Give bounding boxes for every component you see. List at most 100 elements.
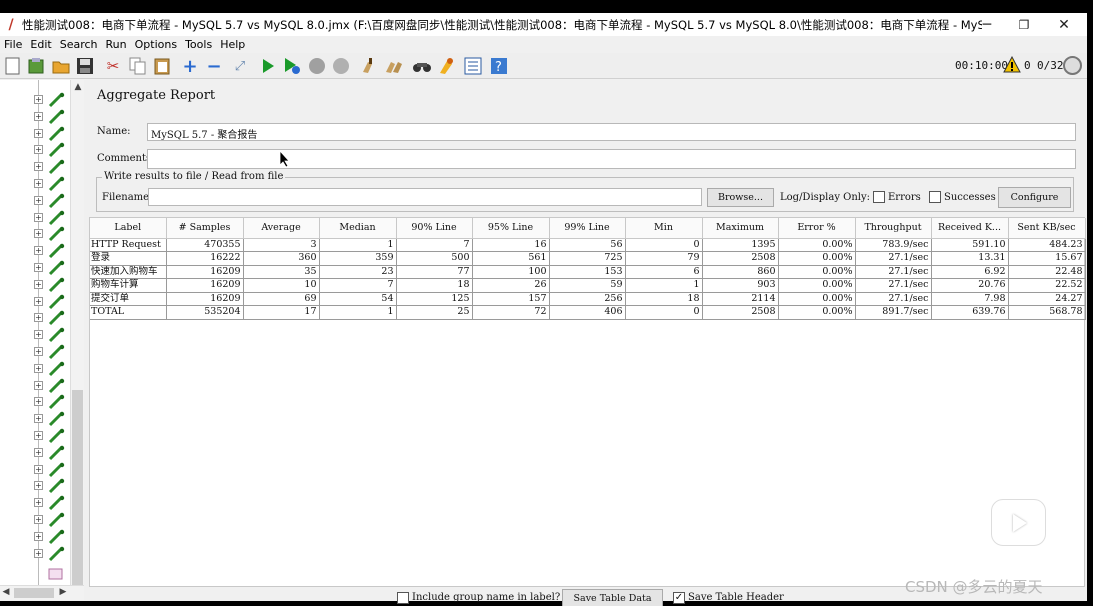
menu-file[interactable]: File bbox=[0, 38, 26, 51]
menu-edit[interactable]: Edit bbox=[26, 38, 55, 51]
minimize-button[interactable]: ─ bbox=[967, 13, 1007, 36]
scroll-left-icon[interactable]: ◀ bbox=[1, 587, 11, 599]
table-row[interactable]: 登录 16222 360 359 500 561 725 79 2508 0.00% 27.1/se… bbox=[90, 251, 1086, 266]
column-header[interactable]: 99% Line bbox=[549, 218, 626, 239]
expand-node-icon[interactable]: + bbox=[34, 162, 43, 172]
expand-node-icon[interactable]: + bbox=[34, 464, 43, 474]
expand-node-icon[interactable]: + bbox=[34, 111, 43, 121]
expand-icon[interactable]: + bbox=[179, 55, 201, 77]
expand-node-icon[interactable]: + bbox=[34, 414, 43, 424]
expand-node-icon[interactable]: + bbox=[34, 363, 43, 373]
paste-icon[interactable] bbox=[151, 55, 173, 77]
menu-options[interactable]: Options bbox=[131, 38, 181, 51]
tree-node[interactable]: + bbox=[34, 243, 70, 259]
scroll-thumb-horizontal[interactable] bbox=[14, 588, 54, 598]
include-group-checkbox[interactable] bbox=[397, 592, 409, 604]
expand-node-icon[interactable]: + bbox=[34, 95, 43, 104]
close-button[interactable]: ✕ bbox=[1044, 13, 1084, 36]
table-row[interactable]: HTTP Request 470355 3 1 7 16 56 0 1395 0.00% 783.9… bbox=[90, 238, 1086, 252]
tree-node[interactable]: + bbox=[34, 411, 70, 427]
clear-all-icon[interactable] bbox=[383, 55, 405, 77]
menu-tools[interactable]: Tools bbox=[181, 38, 216, 51]
column-header[interactable]: 95% Line bbox=[472, 218, 550, 239]
table-row[interactable]: 购物车计算 16209 10 7 18 26 59 1 903 0.00% 27.1/sec 20.7… bbox=[90, 278, 1086, 293]
column-header[interactable]: Sent KB/sec bbox=[1008, 218, 1086, 239]
tree-node[interactable]: + bbox=[34, 159, 70, 175]
table-row[interactable]: TOTAL 535204 17 1 25 72 406 0 2508 0.00% 891.7/sec… bbox=[90, 305, 1086, 320]
listener-node[interactable] bbox=[34, 566, 70, 582]
expand-node-icon[interactable]: + bbox=[34, 481, 43, 491]
tree-node[interactable]: + bbox=[34, 310, 70, 326]
start-icon[interactable] bbox=[257, 55, 279, 77]
menu-help[interactable]: Help bbox=[216, 38, 249, 51]
menu-run[interactable]: Run bbox=[102, 38, 131, 51]
tree-horizontal-scrollbar[interactable]: ◀ ▶ bbox=[0, 585, 84, 600]
scroll-right-icon[interactable]: ▶ bbox=[58, 587, 68, 599]
expand-node-icon[interactable]: + bbox=[34, 229, 43, 239]
open-icon[interactable] bbox=[50, 55, 72, 77]
help-icon[interactable]: ? bbox=[488, 55, 510, 77]
expand-node-icon[interactable]: + bbox=[34, 279, 43, 289]
tree-node[interactable]: + bbox=[34, 512, 70, 528]
expand-node-icon[interactable]: + bbox=[34, 246, 43, 256]
new-icon[interactable] bbox=[2, 55, 24, 77]
successes-checkbox[interactable] bbox=[929, 191, 941, 203]
scroll-thumb[interactable] bbox=[72, 390, 83, 590]
configure-button[interactable]: Configure bbox=[998, 187, 1071, 208]
expand-node-icon[interactable]: + bbox=[34, 531, 43, 541]
column-header[interactable]: 90% Line bbox=[396, 218, 473, 239]
tree-node[interactable]: + bbox=[34, 277, 70, 293]
expand-node-icon[interactable]: + bbox=[34, 447, 43, 457]
toggle-icon[interactable]: ⤢ bbox=[229, 55, 251, 77]
expand-node-icon[interactable]: + bbox=[34, 145, 43, 155]
function-helper-icon[interactable] bbox=[462, 55, 484, 77]
search-icon[interactable] bbox=[411, 55, 433, 77]
save-table-header-checkbox[interactable]: ✓ bbox=[673, 592, 685, 604]
menu-search[interactable]: Search bbox=[56, 38, 102, 51]
expand-node-icon[interactable]: + bbox=[34, 515, 43, 524]
tree-node[interactable]: + bbox=[34, 428, 70, 444]
clear-icon[interactable] bbox=[358, 55, 380, 77]
tree-node[interactable]: + bbox=[34, 529, 70, 545]
start-no-pause-icon[interactable] bbox=[281, 55, 303, 77]
templates-icon[interactable] bbox=[25, 55, 47, 77]
tree-node[interactable]: + bbox=[34, 176, 70, 192]
column-header[interactable]: Min bbox=[625, 218, 703, 239]
column-header[interactable]: Median bbox=[319, 218, 397, 239]
tree-node[interactable]: + bbox=[34, 462, 70, 478]
save-table-data-button[interactable]: Save Table Data bbox=[562, 589, 663, 606]
tree-node[interactable]: + bbox=[34, 394, 70, 410]
cut-icon[interactable]: ✂ bbox=[102, 55, 124, 77]
table-row[interactable]: 提交订单 16209 69 54 125 157 256 18 2114 0.00% 27.1/se… bbox=[90, 292, 1086, 306]
save-icon[interactable] bbox=[74, 55, 96, 77]
tree-node[interactable]: + bbox=[34, 361, 70, 377]
expand-node-icon[interactable]: + bbox=[34, 195, 43, 205]
tree-node[interactable]: + bbox=[34, 210, 70, 226]
tree-node[interactable]: + bbox=[34, 260, 70, 276]
expand-node-icon[interactable]: + bbox=[34, 179, 43, 188]
tree-node[interactable]: + bbox=[34, 445, 70, 461]
tree-node[interactable]: + bbox=[34, 294, 70, 310]
expand-node-icon[interactable]: + bbox=[34, 498, 43, 508]
scroll-up-icon[interactable]: ▲ bbox=[73, 82, 83, 92]
tree-node[interactable]: + bbox=[34, 495, 70, 511]
tree-node[interactable]: + bbox=[34, 226, 70, 242]
expand-node-icon[interactable]: + bbox=[34, 397, 43, 407]
warning-icon[interactable] bbox=[1003, 55, 1021, 74]
column-header[interactable]: Average bbox=[243, 218, 320, 239]
copy-icon[interactable] bbox=[127, 55, 149, 77]
column-header[interactable]: Received K... bbox=[931, 218, 1009, 239]
tree-node[interactable]: + bbox=[34, 142, 70, 158]
expand-node-icon[interactable]: + bbox=[34, 313, 43, 323]
filename-input[interactable] bbox=[148, 188, 702, 206]
expand-node-icon[interactable]: + bbox=[34, 347, 43, 356]
video-play-badge[interactable] bbox=[991, 499, 1046, 546]
tree-node[interactable]: + bbox=[34, 327, 70, 343]
tree-node[interactable]: + bbox=[34, 126, 70, 142]
expand-node-icon[interactable]: + bbox=[34, 380, 43, 390]
tree-node[interactable]: + bbox=[34, 92, 70, 108]
expand-node-icon[interactable]: + bbox=[34, 548, 43, 558]
tree-vertical-scrollbar[interactable]: ▲ ▼ bbox=[70, 80, 84, 600]
tree-node[interactable]: + bbox=[34, 546, 70, 562]
collapse-icon[interactable]: − bbox=[203, 55, 225, 77]
